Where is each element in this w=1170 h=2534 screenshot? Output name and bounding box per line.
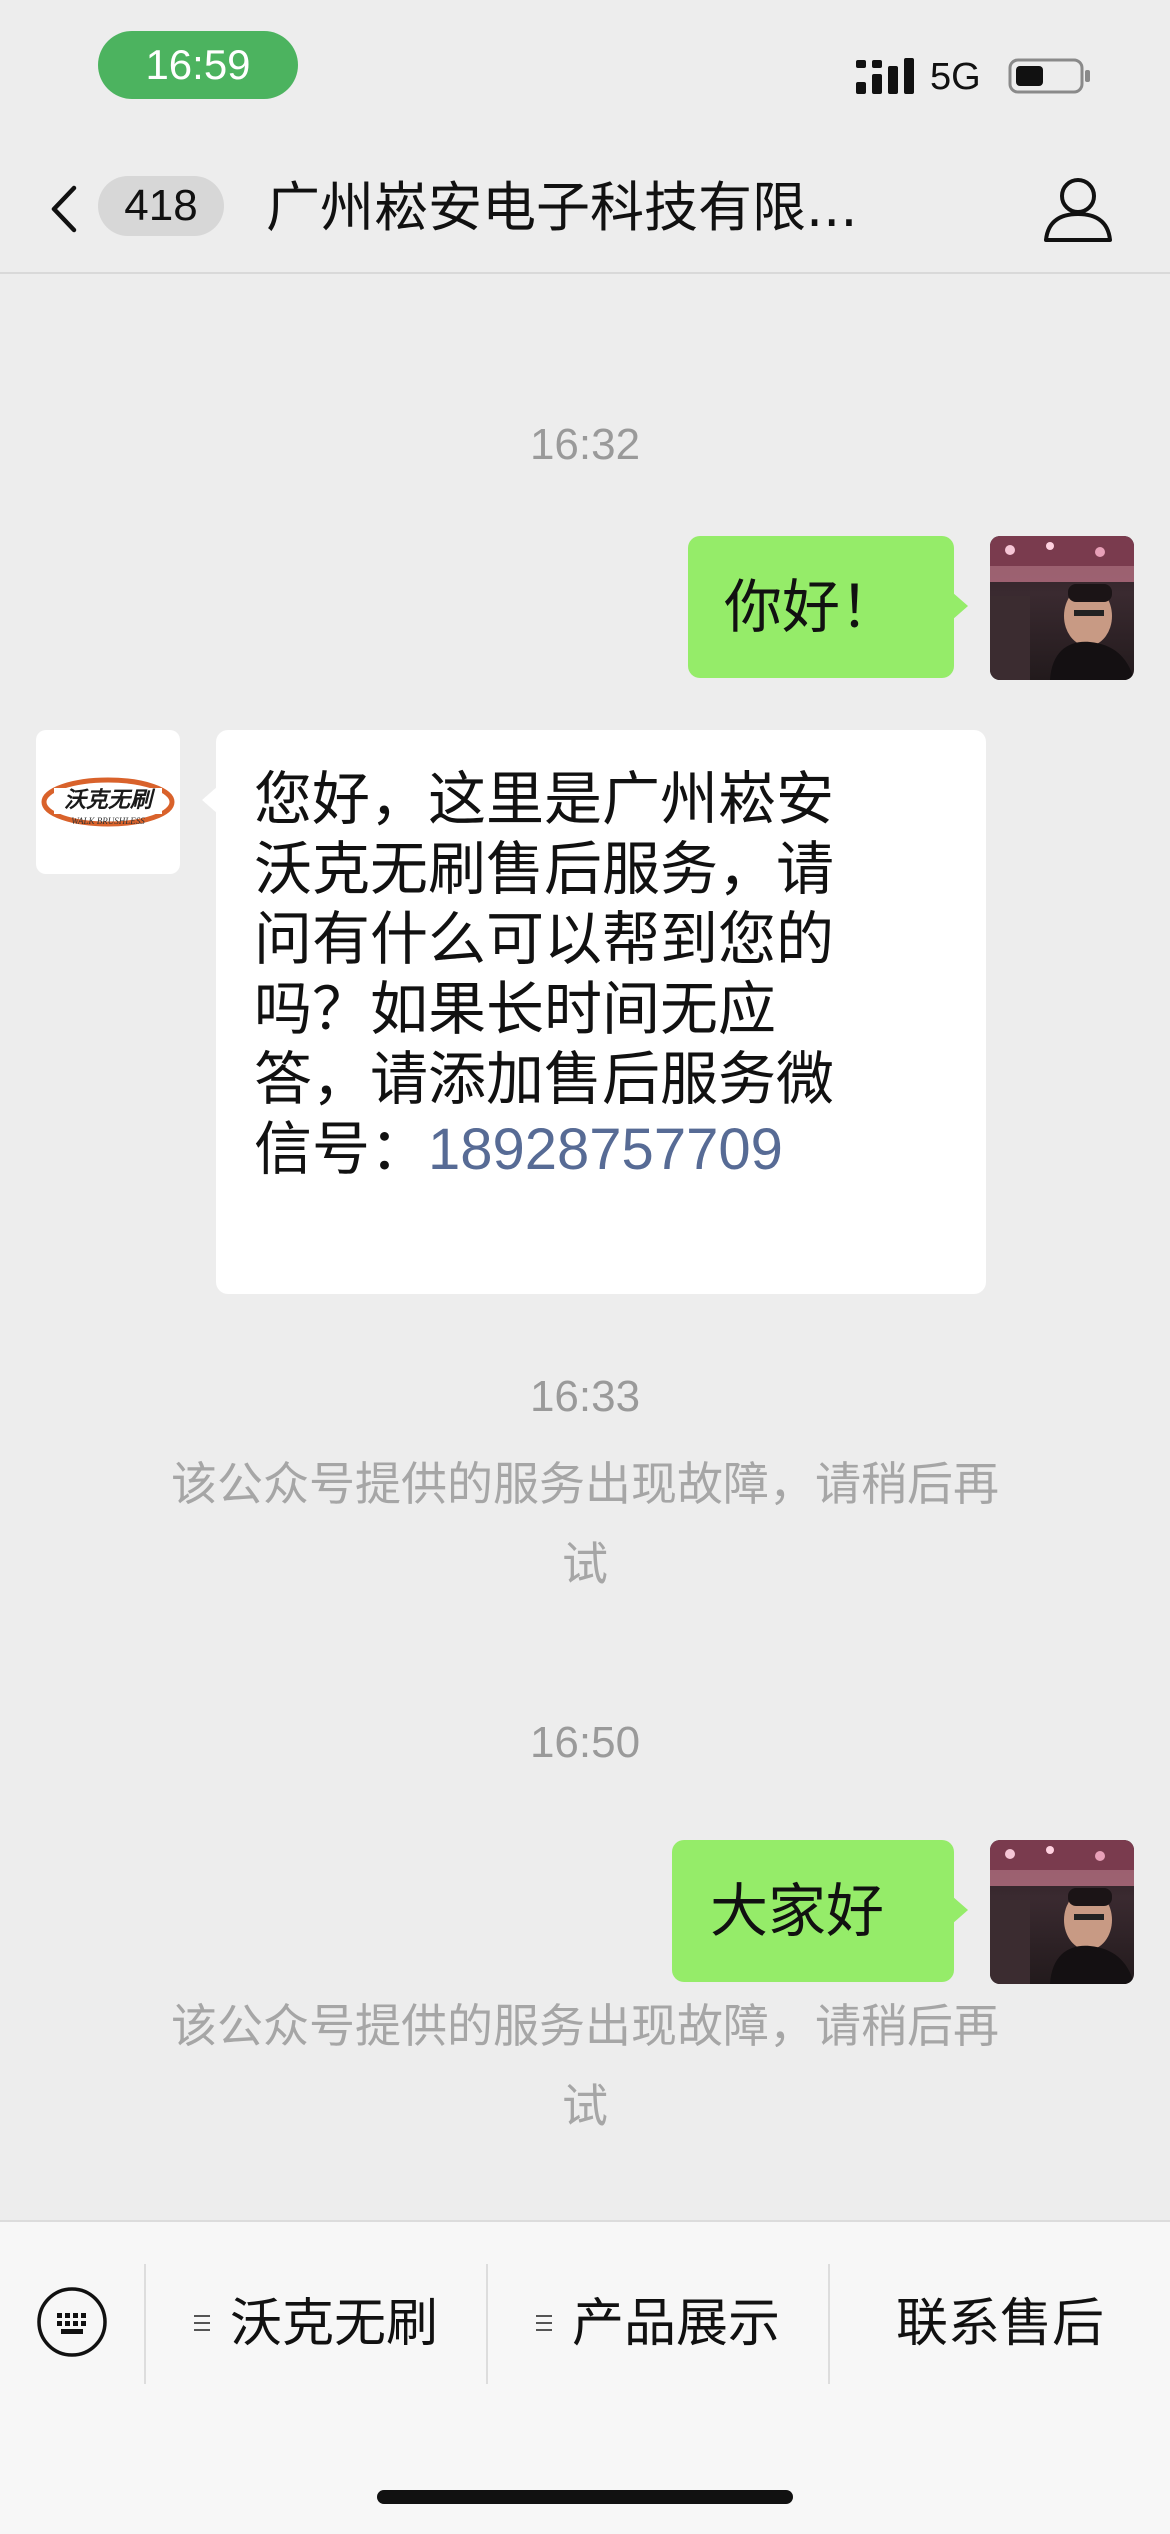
status-time[interactable]: 16:59 [98,31,298,99]
message-line: 问有什么可以帮到您的 [254,905,835,973]
menu-item-label: 产品展示 [571,2294,780,2354]
unread-count-badge: 418 [98,176,224,236]
person-icon[interactable] [1040,174,1116,244]
menu-item-label: 联系售后 [895,2294,1104,2354]
message-timestamp: 16:32 [529,420,641,469]
menu-item-label: 沃克无刷 [229,2294,438,2354]
message-line: 答，请添加售后服务微 [254,1045,835,1113]
chat-message-list[interactable]: 16:32 你好！ 沃克无刷 WALK BRUSHLESS 您好，这里是广州崧安… [0,274,1170,2220]
message-line: 您好，这里是广州崧安 [254,765,835,833]
user-avatar[interactable] [990,1840,1134,1984]
keyboard-icon[interactable] [36,2286,108,2358]
message-line: 吗？如果长时间无应 [254,975,777,1043]
chevron-left-icon [51,185,77,233]
menu-item-product-showcase[interactable]: 产品展示 [488,2264,828,2384]
system-notice: 该公众号提供的服务出现故障，请稍后再 试 [100,1444,1070,1604]
network-type: 5G [930,56,981,98]
message-text: 信号： [254,1115,429,1183]
user-avatar[interactable] [990,536,1134,680]
phone-number-link[interactable]: 18928757709 [428,1117,783,1182]
service-account-avatar[interactable]: 沃克无刷 WALK BRUSHLESS [36,730,180,874]
svg-text:WALK BRUSHLESS: WALK BRUSHLESS [71,816,145,826]
system-notice-line: 试 [562,1537,608,1591]
back-button[interactable]: 418 [36,170,236,242]
system-notice-line: 该公众号提供的服务出现故障，请稍后再 [171,1999,999,2053]
battery-icon [1008,58,1090,94]
message-line: 信号：18928757709 [254,1114,966,1185]
chat-title: 广州崧安电子科技有限... [266,176,858,239]
system-notice-line: 试 [562,2079,608,2133]
outgoing-message-bubble[interactable]: 大家好 [672,1840,968,1982]
svg-text:沃克无刷: 沃克无刷 [64,788,156,813]
account-menu-bar: 沃克无刷 产品展示 联系售后 [0,2220,1170,2534]
submenu-lines-icon [535,2315,552,2331]
incoming-message-bubble[interactable]: 您好，这里是广州崧安 沃克无刷售后服务，请 问有什么可以帮到您的 吗？如果长时间… [202,730,986,1294]
user-photo-icon [990,536,1134,680]
submenu-lines-icon [193,2315,210,2331]
system-notice: 该公众号提供的服务出现故障，请稍后再 试 [100,1986,1070,2146]
menu-item-contact-support[interactable]: 联系售后 [830,2264,1170,2384]
outgoing-message-bubble[interactable]: 你好！ [688,536,968,678]
chat-header: 418 广州崧安电子科技有限... [0,140,1170,274]
message-text: 大家好 [710,1877,885,1945]
home-indicator[interactable] [377,2490,793,2504]
cellular-signal-icon [856,58,914,94]
walk-brushless-logo-icon: 沃克无刷 WALK BRUSHLESS [41,777,175,827]
system-notice-line: 该公众号提供的服务出现故障，请稍后再 [171,1457,999,1511]
message-timestamp: 16:50 [529,1718,641,1767]
message-text: 你好！ [724,573,899,641]
user-photo-icon [990,1840,1134,1984]
menu-item-walk-brushless[interactable]: 沃克无刷 [146,2264,486,2384]
status-bar: 16:59 5G [0,0,1170,140]
message-line: 沃克无刷售后服务，请 [254,835,835,903]
message-timestamp: 16:33 [529,1372,641,1421]
